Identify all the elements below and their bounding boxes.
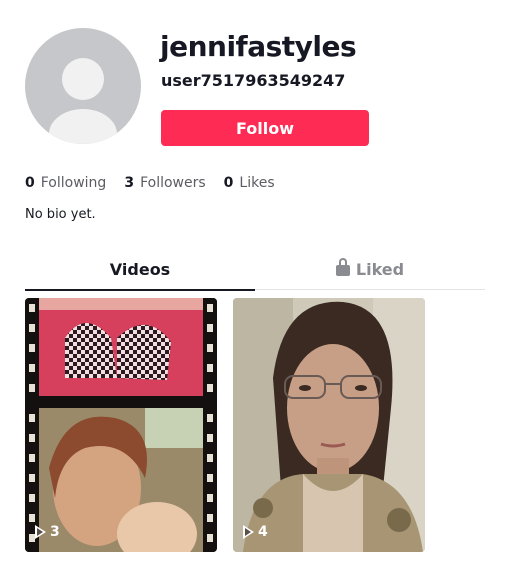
profile-username: jennifastyles (160, 30, 357, 63)
followers-count: 3 (124, 175, 135, 191)
likes-count: 0 (223, 175, 234, 191)
video-thumbnail[interactable]: 3 (25, 298, 217, 552)
tab-videos[interactable]: Videos (25, 256, 255, 291)
followers-label: Followers (140, 175, 206, 191)
video-views: 4 (258, 524, 268, 540)
video-thumbnail[interactable]: 4 (233, 298, 425, 552)
profile-tabs: Videos Liked (25, 256, 485, 291)
following-count: 0 (25, 175, 35, 191)
profile-stats: 0 Following 3 Followers 0 Likes (25, 174, 293, 192)
followers-stat[interactable]: 3 Followers (124, 174, 205, 192)
profile-nickname: user7517963549247 (161, 71, 346, 90)
following-label: Following (40, 175, 107, 191)
play-icon (243, 525, 254, 539)
lock-icon (335, 258, 350, 276)
likes-stat: 0 Likes (224, 174, 275, 192)
video-thumbnail-image (25, 298, 217, 552)
following-stat[interactable]: 0 Following (25, 174, 106, 192)
video-view-count: 4 (243, 524, 268, 540)
profile-bio: No bio yet. (25, 207, 96, 222)
likes-label: Likes (239, 175, 275, 191)
tab-liked[interactable]: Liked (255, 256, 485, 290)
video-view-count: 3 (35, 524, 60, 540)
video-thumbnail-image (233, 298, 425, 552)
tab-videos-label: Videos (109, 260, 171, 279)
default-avatar-icon (25, 28, 141, 144)
video-views: 3 (50, 524, 60, 540)
avatar-body (49, 109, 117, 144)
play-icon (35, 525, 46, 539)
tab-liked-label: Liked (355, 260, 405, 279)
avatar-head (62, 58, 104, 100)
follow-button[interactable]: Follow (161, 110, 369, 146)
